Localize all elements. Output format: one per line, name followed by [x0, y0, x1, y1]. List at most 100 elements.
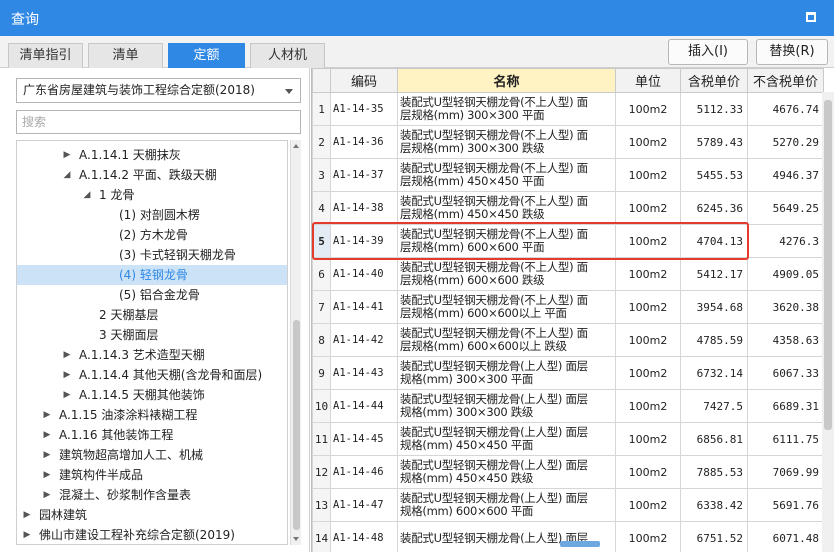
tree-node[interactable]: (1) 对剖圆木楞 — [17, 205, 287, 225]
scroll-down-icon[interactable] — [293, 537, 299, 541]
price-tax-cell[interactable]: 5789.43 — [680, 125, 748, 159]
tree-node[interactable]: 2 天棚基层 — [17, 305, 287, 325]
row-index[interactable]: 9 — [312, 356, 331, 390]
col-header-price-notax[interactable]: 不含税单价 — [747, 68, 824, 93]
tree-node[interactable]: ▶ A.1.14.5 天棚其他装饰 — [17, 385, 287, 405]
tree-node[interactable]: (2) 方木龙骨 — [17, 225, 287, 245]
code-cell[interactable]: A1-14-37 — [330, 158, 398, 192]
tree-node[interactable]: ▶ A.1.14.4 其他天棚(含龙骨和面层) — [17, 365, 287, 385]
row-index[interactable]: 12 — [312, 455, 331, 489]
tree-node[interactable]: ▶ 佛山市建设工程补充综合定额(2019) — [17, 525, 287, 544]
tree-node[interactable]: ▶ 混凝土、砂浆制作含量表 — [17, 485, 287, 505]
quota-library-select[interactable]: 广东省房屋建筑与装饰工程综合定额(2018) — [16, 78, 301, 103]
tree-node[interactable]: 3 天棚面层 — [17, 325, 287, 345]
row-index[interactable]: 7 — [312, 290, 331, 324]
unit-cell[interactable]: 100m2 — [615, 125, 681, 159]
collapsed-triangle-icon[interactable]: ▶ — [41, 405, 53, 425]
name-cell[interactable]: 装配式U型轻钢天棚龙骨(上人型) 面层 规格(mm) 300×300 跌级 — [397, 389, 616, 423]
row-index[interactable]: 8 — [312, 323, 331, 357]
collapsed-triangle-icon[interactable]: ▶ — [41, 485, 53, 505]
price-notax-cell[interactable]: 4276.3 — [747, 224, 824, 258]
code-cell[interactable]: A1-14-38 — [330, 191, 398, 225]
name-cell[interactable]: 装配式U型轻钢天棚龙骨(不上人型) 面层规格(mm) 600×600 平面 — [397, 224, 616, 258]
table-row[interactable]: 8 A1-14-42 装配式U型轻钢天棚龙骨(不上人型) 面层规格(mm) 600×… — [312, 323, 824, 357]
code-cell[interactable]: A1-14-48 — [330, 521, 398, 552]
unit-cell[interactable]: 100m2 — [615, 191, 681, 225]
table-row[interactable]: 1 A1-14-35 装配式U型轻钢天棚龙骨(不上人型) 面层规格(mm) 300×… — [312, 92, 824, 126]
name-cell[interactable]: 装配式U型轻钢天棚龙骨(上人型) 面层 — [397, 521, 616, 552]
code-cell[interactable]: A1-14-40 — [330, 257, 398, 291]
code-cell[interactable]: A1-14-44 — [330, 389, 398, 423]
splitter-handle[interactable] — [560, 541, 600, 547]
unit-cell[interactable]: 100m2 — [615, 290, 681, 324]
collapsed-triangle-icon[interactable]: ▶ — [41, 445, 53, 465]
name-cell[interactable]: 装配式U型轻钢天棚龙骨(不上人型) 面层规格(mm) 450×450 跌级 — [397, 191, 616, 225]
unit-cell[interactable]: 100m2 — [615, 422, 681, 456]
tree-node[interactable]: ▶ A.1.14.1 天棚抹灰 — [17, 145, 287, 165]
collapsed-triangle-icon[interactable]: ▶ — [21, 525, 33, 544]
tree-node[interactable]: (5) 铝合金龙骨 — [17, 285, 287, 305]
price-tax-cell[interactable]: 3954.68 — [680, 290, 748, 324]
code-cell[interactable]: A1-14-41 — [330, 290, 398, 324]
unit-cell[interactable]: 100m2 — [615, 224, 681, 258]
table-row[interactable]: 11 A1-14-45 装配式U型轻钢天棚龙骨(上人型) 面层 规格(mm) 450×… — [312, 422, 824, 456]
tree-node[interactable]: (3) 卡式轻钢天棚龙骨 — [17, 245, 287, 265]
name-cell[interactable]: 装配式U型轻钢天棚龙骨(不上人型) 面层规格(mm) 600×600以上 跌级 — [397, 323, 616, 357]
tab-bill[interactable]: 清单 — [88, 43, 163, 68]
name-cell[interactable]: 装配式U型轻钢天棚龙骨(不上人型) 面层规格(mm) 600×600 跌级 — [397, 257, 616, 291]
tree-node[interactable]: ▶ A.1.15 油漆涂料裱糊工程 — [17, 405, 287, 425]
unit-cell[interactable]: 100m2 — [615, 92, 681, 126]
unit-cell[interactable]: 100m2 — [615, 488, 681, 522]
tree-node[interactable]: ▶ A.1.14.3 艺术造型天棚 — [17, 345, 287, 365]
tree-node[interactable]: ◢ 1 龙骨 — [17, 185, 287, 205]
insert-button[interactable]: 插入(I) — [668, 39, 748, 65]
price-tax-cell[interactable]: 7885.53 — [680, 455, 748, 489]
tree-node[interactable]: (4) 轻钢龙骨 — [17, 265, 287, 285]
unit-cell[interactable]: 100m2 — [615, 389, 681, 423]
collapsed-triangle-icon[interactable]: ▶ — [61, 385, 73, 405]
table-row[interactable]: 7 A1-14-41 装配式U型轻钢天棚龙骨(不上人型) 面层规格(mm) 600×… — [312, 290, 824, 324]
table-row[interactable]: 10 A1-14-44 装配式U型轻钢天棚龙骨(上人型) 面层 规格(mm) 300×… — [312, 389, 824, 423]
row-index[interactable]: 11 — [312, 422, 331, 456]
table-row[interactable]: 2 A1-14-36 装配式U型轻钢天棚龙骨(不上人型) 面层规格(mm) 300×… — [312, 125, 824, 159]
price-tax-cell[interactable]: 6751.52 — [680, 521, 748, 552]
tree-node[interactable]: ▶ 建筑构件半成品 — [17, 465, 287, 485]
price-tax-cell[interactable]: 7427.5 — [680, 389, 748, 423]
price-notax-cell[interactable]: 4676.74 — [747, 92, 824, 126]
unit-cell[interactable]: 100m2 — [615, 158, 681, 192]
unit-cell[interactable]: 100m2 — [615, 455, 681, 489]
table-row[interactable]: 9 A1-14-43 装配式U型轻钢天棚龙骨(上人型) 面层 规格(mm) 300×3… — [312, 356, 824, 390]
row-index[interactable]: 6 — [312, 257, 331, 291]
price-notax-cell[interactable]: 6111.75 — [747, 422, 824, 456]
tree-scrollbar-thumb[interactable] — [293, 320, 300, 530]
price-tax-cell[interactable]: 4785.59 — [680, 323, 748, 357]
code-cell[interactable]: A1-14-35 — [330, 92, 398, 126]
col-header-name[interactable]: 名称 — [397, 68, 616, 93]
code-cell[interactable]: A1-14-43 — [330, 356, 398, 390]
collapsed-triangle-icon[interactable]: ▶ — [41, 425, 53, 445]
col-header-unit[interactable]: 单位 — [615, 68, 681, 93]
table-scrollbar-thumb[interactable] — [824, 100, 832, 430]
tree-node[interactable]: ▶ 园林建筑 — [17, 505, 287, 525]
scroll-up-icon[interactable] — [293, 144, 299, 148]
search-input[interactable] — [16, 110, 301, 134]
price-tax-cell[interactable]: 6856.81 — [680, 422, 748, 456]
name-cell[interactable]: 装配式U型轻钢天棚龙骨(上人型) 面层 规格(mm) 450×450 平面 — [397, 422, 616, 456]
collapsed-triangle-icon[interactable]: ▶ — [61, 145, 73, 165]
table-scrollbar[interactable] — [822, 92, 834, 552]
expanded-triangle-icon[interactable]: ◢ — [61, 165, 73, 185]
row-index[interactable]: 4 — [312, 191, 331, 225]
table-row[interactable]: 4 A1-14-38 装配式U型轻钢天棚龙骨(不上人型) 面层规格(mm) 450×… — [312, 191, 824, 225]
table-row[interactable]: 12 A1-14-46 装配式U型轻钢天棚龙骨(上人型) 面层 规格(mm) 450×… — [312, 455, 824, 489]
table-row[interactable]: 13 A1-14-47 装配式U型轻钢天棚龙骨(上人型) 面层 规格(mm) 600×… — [312, 488, 824, 522]
price-notax-cell[interactable]: 5691.76 — [747, 488, 824, 522]
table-row[interactable]: 14 A1-14-48 装配式U型轻钢天棚龙骨(上人型) 面层 100m2 6751.5… — [312, 521, 824, 552]
tree-scrollbar[interactable] — [290, 140, 301, 545]
name-cell[interactable]: 装配式U型轻钢天棚龙骨(上人型) 面层 规格(mm) 600×600 平面 — [397, 488, 616, 522]
price-tax-cell[interactable]: 6732.14 — [680, 356, 748, 390]
name-cell[interactable]: 装配式U型轻钢天棚龙骨(上人型) 面层 规格(mm) 300×300 平面 — [397, 356, 616, 390]
row-index[interactable]: 1 — [312, 92, 331, 126]
code-cell[interactable]: A1-14-45 — [330, 422, 398, 456]
price-notax-cell[interactable]: 4358.63 — [747, 323, 824, 357]
row-index[interactable]: 2 — [312, 125, 331, 159]
